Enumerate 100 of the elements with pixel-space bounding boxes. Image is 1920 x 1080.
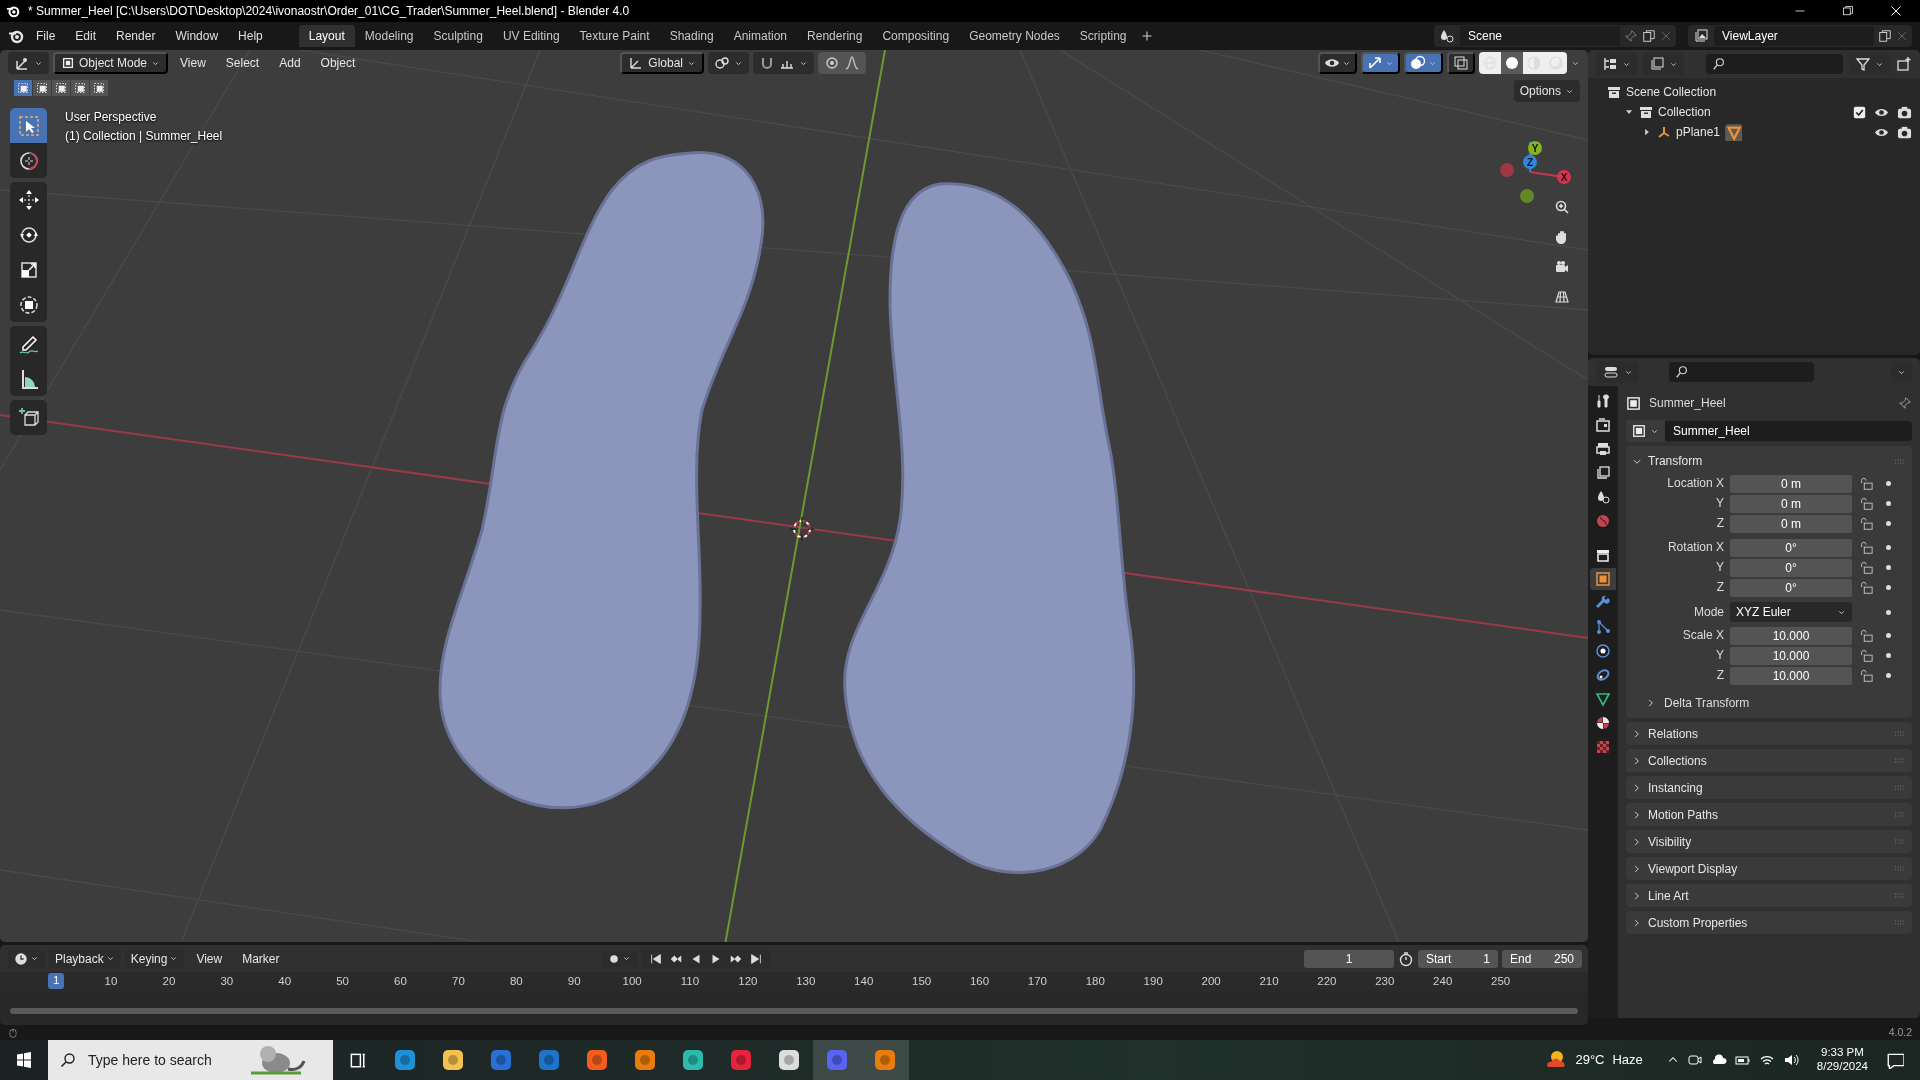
workspace-tab[interactable]: UV Editing <box>492 24 570 48</box>
number-field[interactable]: 0 m <box>1730 494 1852 513</box>
version-text: 4.0.2 <box>1888 1026 1912 1039</box>
panel-title[interactable]: Motion Paths <box>1648 807 1719 823</box>
weather-condition-text: Haze <box>1612 1052 1643 1068</box>
frame-number: 70 <box>452 975 465 990</box>
panel-title[interactable]: Relations <box>1648 726 1699 742</box>
frame-number: 30 <box>220 975 234 990</box>
clock-date[interactable]: 8/29/2024 <box>1816 1060 1868 1074</box>
menu-dropdown[interactable]: Keying <box>124 949 185 968</box>
field-label: Y <box>1715 496 1724 511</box>
frame-number: 220 <box>1317 975 1337 990</box>
field-label: Y <box>1715 560 1724 575</box>
field-label: Z <box>1715 580 1724 595</box>
scene-field[interactable]: Scene <box>1460 25 1620 47</box>
field-label: Y <box>1715 648 1724 663</box>
frame-number: 180 <box>1085 975 1105 990</box>
workspace-tab[interactable]: Texture Paint <box>569 24 660 48</box>
window-title: * Summer_Heel [C:\Users\DOT\Desktop\2024\ivonaostr\Order_01\CG_Trader\Summer_Heel.blend] - Blender 4.0 <box>28 3 630 19</box>
panel-title[interactable]: Collections <box>1648 753 1707 769</box>
workspace-tab[interactable]: Sculpting <box>423 24 493 48</box>
number-field[interactable]: 10.000 <box>1730 666 1852 685</box>
frame-number: 110 <box>680 975 700 990</box>
frame-number: 210 <box>1259 975 1279 990</box>
menu-item[interactable]: Object <box>312 52 364 74</box>
view-layer-field[interactable]: ViewLayer <box>1714 25 1874 47</box>
taskbar-search-input[interactable]: Type here to search <box>86 1050 236 1070</box>
frame-number: 120 <box>738 975 758 990</box>
field-label: Scale X <box>1681 628 1724 643</box>
frame-number: 250 <box>1491 975 1511 990</box>
number-field[interactable]: 0 m <box>1730 474 1852 493</box>
field-label: Mode <box>1692 604 1724 620</box>
field-label: Rotation X <box>1666 540 1724 555</box>
panel-title[interactable]: Transform <box>1648 454 1703 469</box>
object-name-field[interactable]: Summer_Heel <box>1665 420 1912 442</box>
number-field[interactable]: 0° <box>1730 538 1852 557</box>
workspace-tab[interactable]: Compositing <box>872 24 960 48</box>
end-frame-field[interactable]: End 250 <box>1502 949 1582 968</box>
playhead-frame[interactable]: 1 <box>48 973 65 990</box>
frame-number: 40 <box>278 975 292 990</box>
start-frame-field[interactable]: Start 1 <box>1418 949 1498 968</box>
workspace-tab[interactable]: Modeling <box>354 24 424 48</box>
viewport-info-text: User Perspective <box>65 110 158 125</box>
menu-dropdown[interactable]: Playback <box>49 949 121 968</box>
menu-item[interactable]: View <box>172 52 214 74</box>
panel-title[interactable]: Delta Transform <box>1664 696 1750 711</box>
workspace-tab[interactable]: Scripting <box>1069 24 1137 48</box>
field-label: Z <box>1715 516 1724 531</box>
frame-number: 190 <box>1143 975 1163 990</box>
frame-number: 60 <box>394 975 407 990</box>
frame-number: 100 <box>622 975 642 990</box>
object-name: Summer_Heel <box>1649 395 1726 411</box>
viewport-info-text: (1) Collection | Summer_Heel <box>65 129 223 144</box>
panel-title[interactable]: Line Art <box>1648 888 1689 904</box>
navigation-gizmo[interactable]: X Y Z <box>1485 102 1575 212</box>
menu-item[interactable]: Select <box>217 52 268 74</box>
menu-item[interactable]: Marker <box>234 948 288 969</box>
frame-number: 160 <box>969 975 990 990</box>
frame-number: 20 <box>162 975 176 990</box>
workspace-tab[interactable]: Geometry Nodes <box>959 24 1070 48</box>
menu-item[interactable]: Window <box>167 25 227 47</box>
number-field[interactable]: 10.000 <box>1730 646 1852 665</box>
menu-item[interactable]: View <box>188 948 231 969</box>
frame-number: 10 <box>104 975 118 990</box>
menu-item[interactable]: Help <box>230 25 271 47</box>
workspace-tab[interactable]: Layout <box>298 24 355 48</box>
panel-title[interactable]: Instancing <box>1648 780 1703 796</box>
frame-number: 130 <box>796 975 816 990</box>
options-dropdown[interactable]: Options <box>1513 80 1580 102</box>
frame-number: 50 <box>336 975 349 990</box>
menu-item[interactable]: Edit <box>67 25 105 47</box>
outliner-item[interactable]: Collection <box>1658 104 1711 120</box>
mode-dropdown[interactable]: XYZ Euler <box>1730 602 1852 622</box>
outliner-item[interactable]: pPlane1 <box>1676 124 1721 140</box>
workspace-tab[interactable]: Shading <box>659 24 724 48</box>
number-field[interactable]: 0° <box>1730 578 1852 597</box>
menu-item[interactable]: Render <box>108 25 164 47</box>
frame-number: 140 <box>854 975 874 990</box>
frame-number: 200 <box>1201 975 1221 990</box>
outliner-item[interactable]: Scene Collection <box>1626 84 1717 100</box>
current-frame-field[interactable]: 1 <box>1304 949 1394 968</box>
number-field[interactable]: 0 m <box>1730 514 1852 533</box>
number-field[interactable]: 10.000 <box>1730 626 1852 645</box>
orientation-dropdown[interactable]: Global <box>620 52 704 74</box>
workspace-tab[interactable]: Animation <box>723 24 798 48</box>
field-label: Location X <box>1666 476 1724 491</box>
menu-item[interactable]: Add <box>271 52 309 74</box>
menu-item[interactable]: File <box>28 25 64 47</box>
workspace-tab[interactable]: Rendering <box>797 24 873 48</box>
clock-time[interactable]: 9:33 PM <box>1821 1046 1864 1060</box>
frame-number: 80 <box>509 975 523 990</box>
panel-title[interactable]: Visibility <box>1648 834 1692 850</box>
frame-number: 90 <box>567 975 581 990</box>
frame-number: 230 <box>1375 975 1395 990</box>
frame-number: 240 <box>1433 975 1453 990</box>
frame-number: 170 <box>1027 975 1047 990</box>
temperature-text: 29°C <box>1575 1052 1605 1068</box>
mode-dropdown[interactable]: Object Mode <box>53 52 169 74</box>
number-field[interactable]: 0° <box>1730 558 1852 577</box>
field-label: Z <box>1715 668 1724 683</box>
